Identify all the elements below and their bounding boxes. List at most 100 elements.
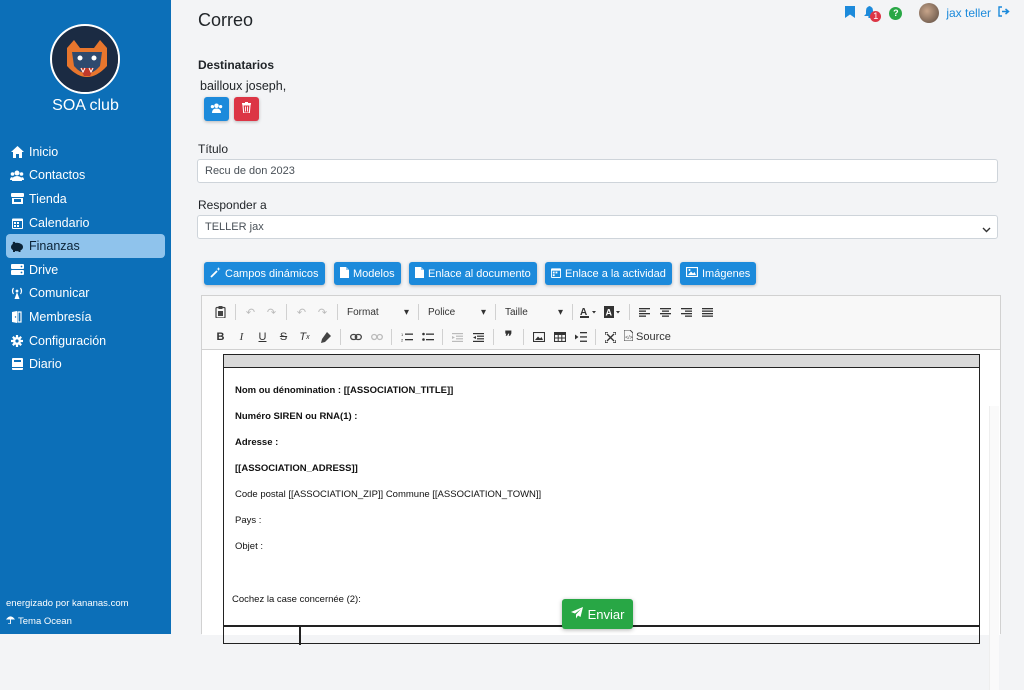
underline-icon[interactable]: U (252, 327, 273, 347)
send-button[interactable]: Enviar (562, 599, 633, 629)
text-color-icon[interactable]: A (577, 302, 601, 322)
bookmark-icon[interactable] (845, 5, 856, 21)
paper-plane-icon (570, 606, 583, 622)
broadcast-icon (10, 287, 24, 300)
theme-selector[interactable]: Tema Ocean (6, 615, 72, 627)
redo-alt-icon[interactable]: ↷ (312, 302, 333, 322)
numbered-list-icon[interactable]: 12 (396, 327, 417, 347)
sidebar-item-label: Configuración (29, 333, 107, 348)
document-link-button[interactable]: Enlace al documento (409, 262, 537, 285)
umbrella-icon (6, 615, 15, 627)
svg-text:A: A (606, 308, 613, 318)
trash-icon (242, 100, 251, 118)
notifications-button[interactable]: 1 (862, 5, 882, 22)
doc-line: Cochez la case concernée (2): (232, 594, 361, 605)
sidebar-item-label: Tienda (29, 191, 67, 206)
reply-to-label: Responder a (198, 198, 267, 212)
theme-label: Tema Ocean (18, 615, 72, 627)
dynamic-fields-label: Campos dinámicos (225, 267, 319, 280)
background-color-icon[interactable]: A (601, 302, 625, 322)
avatar[interactable] (919, 3, 940, 23)
help-icon[interactable]: ? (889, 6, 903, 20)
caret-down-icon: ▾ (403, 306, 409, 318)
copy-format-icon[interactable] (315, 327, 336, 347)
reply-to-select[interactable]: TELLER jax (197, 215, 998, 239)
brand-name: SOA club (52, 97, 119, 114)
title-input-value: Recu de don 2023 (205, 165, 295, 177)
format-dropdown[interactable]: Format ▾ (342, 302, 414, 322)
rich-text-editor: ↶ ↷ ↶ ↷ Format ▾ Police ▾ Taille ▾ A A B I … (201, 295, 1001, 690)
sidebar-item-configuracion[interactable]: Configuración (6, 329, 165, 353)
link-icon[interactable] (345, 327, 366, 347)
format-label: Format (347, 306, 379, 318)
paste-icon[interactable] (210, 302, 231, 322)
username-link[interactable]: jax teller (946, 6, 991, 20)
insert-block-icon[interactable] (570, 327, 591, 347)
templates-label: Modelos (353, 267, 395, 280)
activity-link-button[interactable]: Enlace a la actividad (545, 262, 672, 285)
recipients-label: Destinatarios (198, 58, 275, 72)
sidebar-item-label: Comunicar (29, 286, 90, 301)
file-icon (340, 266, 349, 281)
sidebar: SOA club Inicio Contactos Tienda Calenda… (0, 0, 171, 634)
templates-button[interactable]: Modelos (334, 262, 401, 285)
page-title: Correo (198, 10, 254, 30)
title-input[interactable]: Recu de don 2023 (197, 159, 998, 183)
bold-icon[interactable]: B (210, 327, 231, 347)
maximize-icon[interactable] (600, 327, 621, 347)
sidebar-item-label: Diario (29, 357, 62, 372)
sidebar-item-finanzas[interactable]: Finanzas (6, 234, 165, 258)
undo-icon[interactable]: ↶ (240, 302, 261, 322)
blockquote-icon[interactable]: ❞ (498, 327, 519, 347)
sidebar-item-calendario[interactable]: Calendario (6, 211, 165, 235)
magic-wand-icon (210, 266, 221, 281)
bulleted-list-icon[interactable] (417, 327, 438, 347)
topbar: 1 ? jax teller (845, 3, 1010, 23)
align-left-icon[interactable] (634, 302, 655, 322)
doc-line: Adresse : (235, 437, 279, 448)
sidebar-item-tienda[interactable]: Tienda (6, 187, 165, 211)
sidebar-item-label: Contactos (29, 168, 86, 183)
sidebar-item-drive[interactable]: Drive (6, 258, 165, 282)
editor-content[interactable]: Nom ou dénomination : [[ASSOCIATION_TITL… (202, 351, 1000, 690)
caret-down-icon: ▾ (480, 306, 486, 318)
document-header-bar (224, 355, 979, 368)
editor-scrollbar[interactable] (989, 406, 999, 690)
svg-text:1: 1 (401, 332, 404, 337)
dynamic-fields-button[interactable]: Campos dinámicos (204, 262, 325, 285)
indent-icon[interactable] (468, 327, 489, 347)
calendar-icon (10, 217, 24, 229)
send-label: Enviar (587, 606, 625, 622)
table-icon[interactable] (549, 327, 570, 347)
italic-icon[interactable]: I (231, 327, 252, 347)
font-dropdown[interactable]: Police ▾ (423, 302, 491, 322)
image-icon[interactable] (528, 327, 549, 347)
align-right-icon[interactable] (676, 302, 697, 322)
logout-icon[interactable] (998, 6, 1010, 20)
source-button[interactable]: </> Source (621, 327, 674, 347)
redo-icon[interactable]: ↷ (261, 302, 282, 322)
remove-format-icon[interactable]: Tx (294, 327, 315, 347)
source-icon: </> (623, 329, 634, 344)
sidebar-item-membresia[interactable]: Membresía (6, 305, 165, 329)
sidebar-item-inicio[interactable]: Inicio (6, 140, 165, 164)
doc-line: Numéro SIREN ou RNA(1) : (235, 411, 358, 422)
sidebar-item-comunicar[interactable]: Comunicar (6, 282, 165, 306)
undo-alt-icon[interactable]: ↶ (291, 302, 312, 322)
align-justify-icon[interactable] (697, 302, 718, 322)
sidebar-item-diario[interactable]: Diario (6, 352, 165, 376)
align-center-icon[interactable] (655, 302, 676, 322)
sidebar-nav: Inicio Contactos Tienda Calendario Finan… (6, 140, 165, 376)
select-recipients-button[interactable] (204, 97, 229, 121)
images-label: Imágenes (702, 267, 751, 280)
sidebar-item-label: Finanzas (29, 239, 80, 254)
clear-recipients-button[interactable] (234, 97, 259, 121)
door-icon (10, 310, 24, 323)
outdent-icon[interactable] (447, 327, 468, 347)
sidebar-item-contactos[interactable]: Contactos (6, 164, 165, 188)
images-button[interactable]: Imágenes (680, 262, 757, 285)
caret-down-icon: ▾ (557, 306, 563, 318)
size-dropdown[interactable]: Taille ▾ (500, 302, 568, 322)
unlink-icon[interactable] (366, 327, 387, 347)
strikethrough-icon[interactable]: S (273, 327, 294, 347)
